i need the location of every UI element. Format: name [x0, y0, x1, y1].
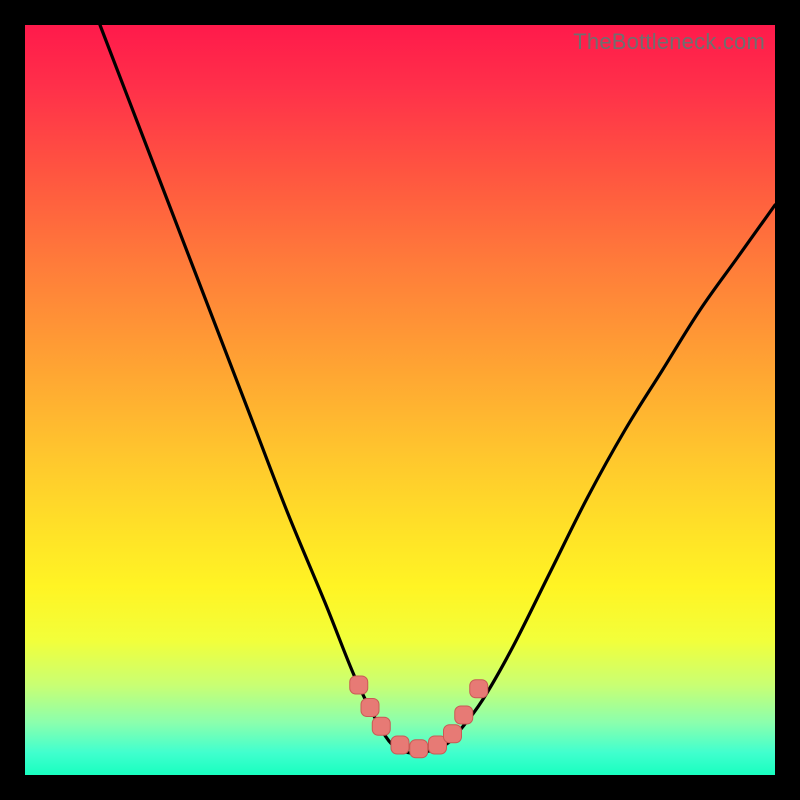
- marker-point: [350, 676, 368, 694]
- marker-point: [455, 706, 473, 724]
- highlighted-points: [350, 676, 488, 758]
- bottleneck-curve: [100, 25, 775, 754]
- marker-point: [372, 717, 390, 735]
- marker-point: [361, 699, 379, 717]
- marker-point: [470, 680, 488, 698]
- marker-point: [410, 740, 428, 758]
- marker-point: [444, 725, 462, 743]
- plot-area: TheBottleneck.com: [25, 25, 775, 775]
- chart-frame: TheBottleneck.com: [0, 0, 800, 800]
- marker-point: [391, 736, 409, 754]
- chart-svg: [25, 25, 775, 775]
